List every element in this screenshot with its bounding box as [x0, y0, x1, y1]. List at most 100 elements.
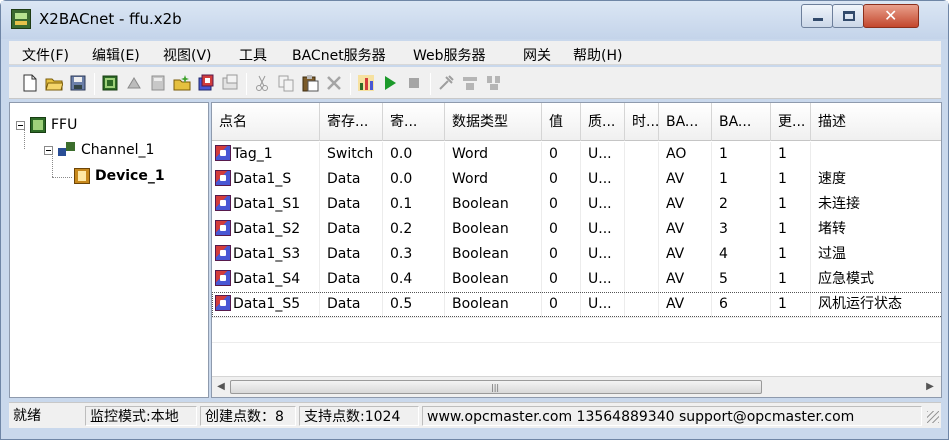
cell-bacnet-instance: 5 [712, 267, 771, 292]
cell-datatype: Boolean [445, 217, 542, 242]
menu-bar: 文件(F) 编辑(E) 视图(V) 工具 BACnet服务器 Web服务器 网关… [9, 41, 941, 65]
cell-name: Data1_S4 [212, 267, 320, 292]
open-icon[interactable] [45, 74, 63, 92]
column-header-bacnet-type[interactable]: BA... [659, 103, 712, 141]
run-icon[interactable] [381, 74, 399, 92]
add-tag-icon[interactable] [173, 74, 191, 92]
cell-name: Tag_1 [212, 142, 320, 167]
cell-quality: U... [581, 142, 625, 167]
cell-description: 过温 [811, 242, 941, 267]
cell-name: Data1_S1 [212, 192, 320, 217]
paste-icon[interactable] [301, 74, 319, 92]
import-tags-icon[interactable] [197, 74, 215, 92]
status-contact: www.opcmaster.com 13564889340 support@op… [422, 406, 922, 426]
status-ready: 就绪 [13, 408, 41, 424]
title-bar[interactable]: X2BACnet - ffu.x2b ✕ [1, 1, 948, 39]
monitor-icon[interactable] [357, 74, 375, 92]
cell-value: 0 [542, 267, 581, 292]
column-header-description[interactable]: 描述 [811, 103, 941, 141]
menu-view[interactable]: 视图(V) [163, 45, 212, 65]
column-header-datatype[interactable]: 数据类型 [445, 103, 542, 141]
copy-icon[interactable] [277, 74, 295, 92]
tree-node-label: Device_1 [95, 168, 165, 184]
column-header-value[interactable]: 值 [542, 103, 581, 141]
collapse-icon[interactable] [44, 145, 53, 155]
table-row[interactable]: Data1_S5 Data 0.5 Boolean 0 U... AV 6 1 风机运行状态 [212, 292, 941, 317]
add-channel-icon[interactable] [101, 74, 119, 92]
table-row[interactable]: Tag_1 Switch 0.0 Word 0 U... AO 1 1 [212, 142, 941, 167]
new-icon[interactable] [21, 74, 39, 92]
menu-edit[interactable]: 编辑(E) [92, 45, 140, 65]
empty-row-line [212, 342, 941, 343]
tree-node-root[interactable]: FFU [16, 117, 77, 133]
column-header-register[interactable]: 寄存... [320, 103, 383, 141]
column-header-time[interactable]: 时... [625, 103, 659, 141]
cell-description: 应急模式 [811, 267, 941, 292]
tag-name: Data1_S2 [233, 221, 301, 237]
add-device-icon[interactable] [125, 74, 143, 92]
cell-bacnet-instance: 4 [712, 242, 771, 267]
cell-time [625, 167, 659, 192]
cell-name: Data1_S3 [212, 242, 320, 267]
stop-icon[interactable] [405, 74, 423, 92]
horizontal-scrollbar[interactable]: ◀ ||| ▶ [212, 376, 941, 397]
table-row[interactable]: Data1_S1 Data 0.1 Boolean 0 U... AV 2 1 未连接 [212, 192, 941, 217]
menu-gateway[interactable]: 网关 [523, 45, 551, 65]
cell-address: 0.0 [383, 167, 445, 192]
column-header-address[interactable]: 寄... [383, 103, 445, 141]
properties-icon[interactable] [221, 74, 239, 92]
project-tree[interactable]: FFU Channel_1 Device_1 [9, 102, 209, 398]
cell-update: 1 [771, 142, 811, 167]
cell-bacnet-instance: 3 [712, 217, 771, 242]
column-header-quality[interactable]: 质... [581, 103, 625, 141]
table-row[interactable]: Data1_S3 Data 0.3 Boolean 0 U... AV 4 1 过温 [212, 242, 941, 267]
tag-name: Data1_S [233, 171, 292, 187]
tag-name: Data1_S1 [233, 196, 301, 212]
cell-name: Data1_S [212, 167, 320, 192]
close-button[interactable]: ✕ [863, 4, 919, 28]
delete-icon[interactable] [325, 74, 343, 92]
cut-icon[interactable] [253, 74, 271, 92]
tree-node-channel[interactable]: Channel_1 [44, 142, 154, 158]
table-row[interactable]: Data1_S Data 0.0 Word 0 U... AV 1 1 速度 [212, 167, 941, 192]
cell-bacnet-type: AO [659, 142, 712, 167]
column-header-update[interactable]: 更... [771, 103, 811, 141]
tag-icon [215, 245, 231, 261]
cell-time [625, 242, 659, 267]
table-row[interactable]: Data1_S2 Data 0.2 Boolean 0 U... AV 3 1 堵转 [212, 217, 941, 242]
menu-file[interactable]: 文件(F) [22, 45, 69, 65]
menu-tools[interactable]: 工具 [239, 45, 267, 65]
close-icon: ✕ [884, 6, 898, 25]
scroll-left-icon[interactable]: ◀ [214, 380, 228, 394]
cell-value: 0 [542, 217, 581, 242]
cell-register: Switch [320, 142, 383, 167]
web-icon[interactable] [485, 74, 503, 92]
tag-table[interactable]: 点名 寄存... 寄... 数据类型 值 质... 时... BA... BA.… [211, 102, 942, 398]
scrollbar-thumb[interactable]: ||| [230, 380, 762, 394]
collapse-icon[interactable] [16, 120, 25, 130]
tools-icon[interactable] [437, 74, 455, 92]
maximize-button[interactable] [832, 4, 864, 28]
cell-quality: U... [581, 217, 625, 242]
scroll-right-icon[interactable]: ▶ [923, 380, 937, 394]
edit-device-icon[interactable] [149, 74, 167, 92]
cell-value: 0 [542, 242, 581, 267]
cell-address: 0.0 [383, 142, 445, 167]
column-header-name[interactable]: 点名 [212, 103, 320, 141]
tree-node-device[interactable]: Device_1 [74, 168, 165, 184]
column-header-bacnet-instance[interactable]: BA... [712, 103, 771, 141]
bacnet-icon[interactable] [461, 74, 479, 92]
resize-grip-icon[interactable] [927, 411, 939, 423]
table-row[interactable]: Data1_S4 Data 0.4 Boolean 0 U... AV 5 1 应急模式 [212, 267, 941, 292]
menu-web-server[interactable]: Web服务器 [413, 45, 486, 65]
cell-update: 1 [771, 242, 811, 267]
cell-update: 1 [771, 192, 811, 217]
save-icon[interactable] [69, 74, 87, 92]
cell-time [625, 192, 659, 217]
cell-description: 速度 [811, 167, 941, 192]
cell-description: 未连接 [811, 192, 941, 217]
menu-bacnet-server[interactable]: BACnet服务器 [292, 45, 386, 65]
minimize-button[interactable] [801, 4, 833, 28]
menu-help[interactable]: 帮助(H) [573, 45, 622, 65]
cell-quality: U... [581, 192, 625, 217]
